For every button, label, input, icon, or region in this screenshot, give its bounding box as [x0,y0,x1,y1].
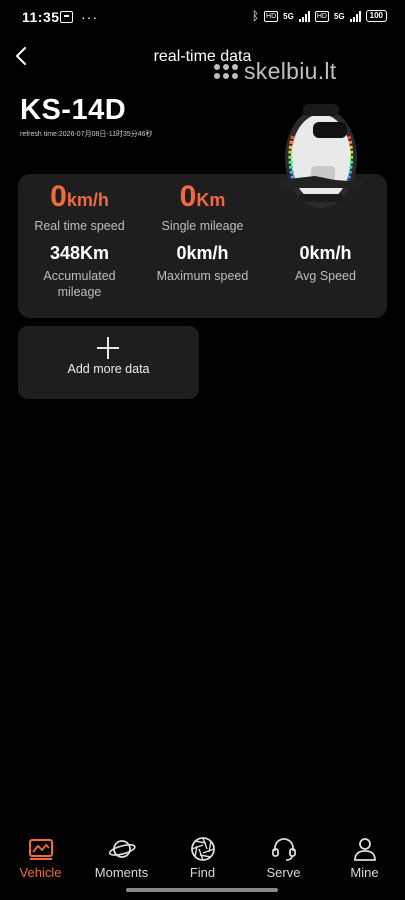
nav-label-serve: Serve [266,865,301,880]
accumulated-mileage-label-1: Accumulated [43,269,116,283]
avg-speed-value: 0km/h [299,243,352,263]
metric-avg-speed: 0km/h Avg Speed [264,243,387,284]
real-time-speed-value: 0 [50,180,67,213]
network-label-1: 5G [283,11,294,21]
real-time-speed-label: Real time speed [34,219,125,233]
status-bar: 11:35 ··· ᛒ HD 5G HD 5G 100 [0,0,405,36]
aperture-icon [190,837,215,861]
bluetooth-icon: ᛒ [251,9,260,23]
nav-label-vehicle: Vehicle [19,865,62,880]
network-type-icon-2: HD [314,10,329,22]
nav-item-mine[interactable]: Mine [324,830,405,900]
home-indicator[interactable] [126,888,278,892]
watermark-logo-icon [214,64,238,79]
device-name: KS-14D [20,94,127,126]
metric-maximum-speed: 0km/h Maximum speed [141,243,264,284]
nav-item-vehicle[interactable]: Vehicle [0,830,81,900]
maximum-speed-value: 0km/h [176,243,229,263]
metric-real-time-speed: 0km/h Real time speed [18,180,141,234]
unicycle-image [279,104,363,208]
maximum-speed-label: Maximum speed [156,269,249,283]
plus-icon [97,337,119,359]
vehicle-icon [28,839,53,860]
nav-label-mine: Mine [350,865,379,880]
refresh-time: refresh time:2026-07月08日-11时35分46秒 [20,131,153,138]
signal-icon-2 [349,10,361,22]
nav-label-moments: Moments [94,865,149,880]
accumulated-mileage-label-2: mileage [57,285,102,299]
metric-single-mileage: 0Km Single mileage [141,180,264,234]
network-type-icon: HD [264,10,279,22]
single-mileage-unit: Km [196,190,226,210]
real-time-speed-unit: km/h [66,190,109,210]
watermark-text: skelbiu.lt [244,58,337,84]
signal-icon [298,10,310,22]
watermark: skelbiu.lt [214,58,336,85]
status-time: 11:35 [22,9,60,25]
battery-icon: 100 [365,10,387,22]
nav-label-find: Find [189,865,216,880]
add-more-data-label: Add more data [67,362,150,376]
more-notifications-icon: ··· [81,9,98,25]
single-mileage-label: Single mileage [161,219,244,233]
add-more-data-button[interactable]: Add more data [18,326,199,399]
metric-accumulated-mileage: 348Km Accumulated mileage [18,243,141,300]
network-label-2: 5G [333,11,345,21]
avg-speed-label: Avg Speed [295,269,356,283]
user-icon [353,838,376,861]
page-title: real-time data [153,48,252,65]
notification-icon [60,11,73,23]
headset-icon [271,838,296,861]
accumulated-mileage-value: 348Km [49,243,110,263]
single-mileage-value: 0 [179,180,197,213]
planet-icon [108,840,136,858]
